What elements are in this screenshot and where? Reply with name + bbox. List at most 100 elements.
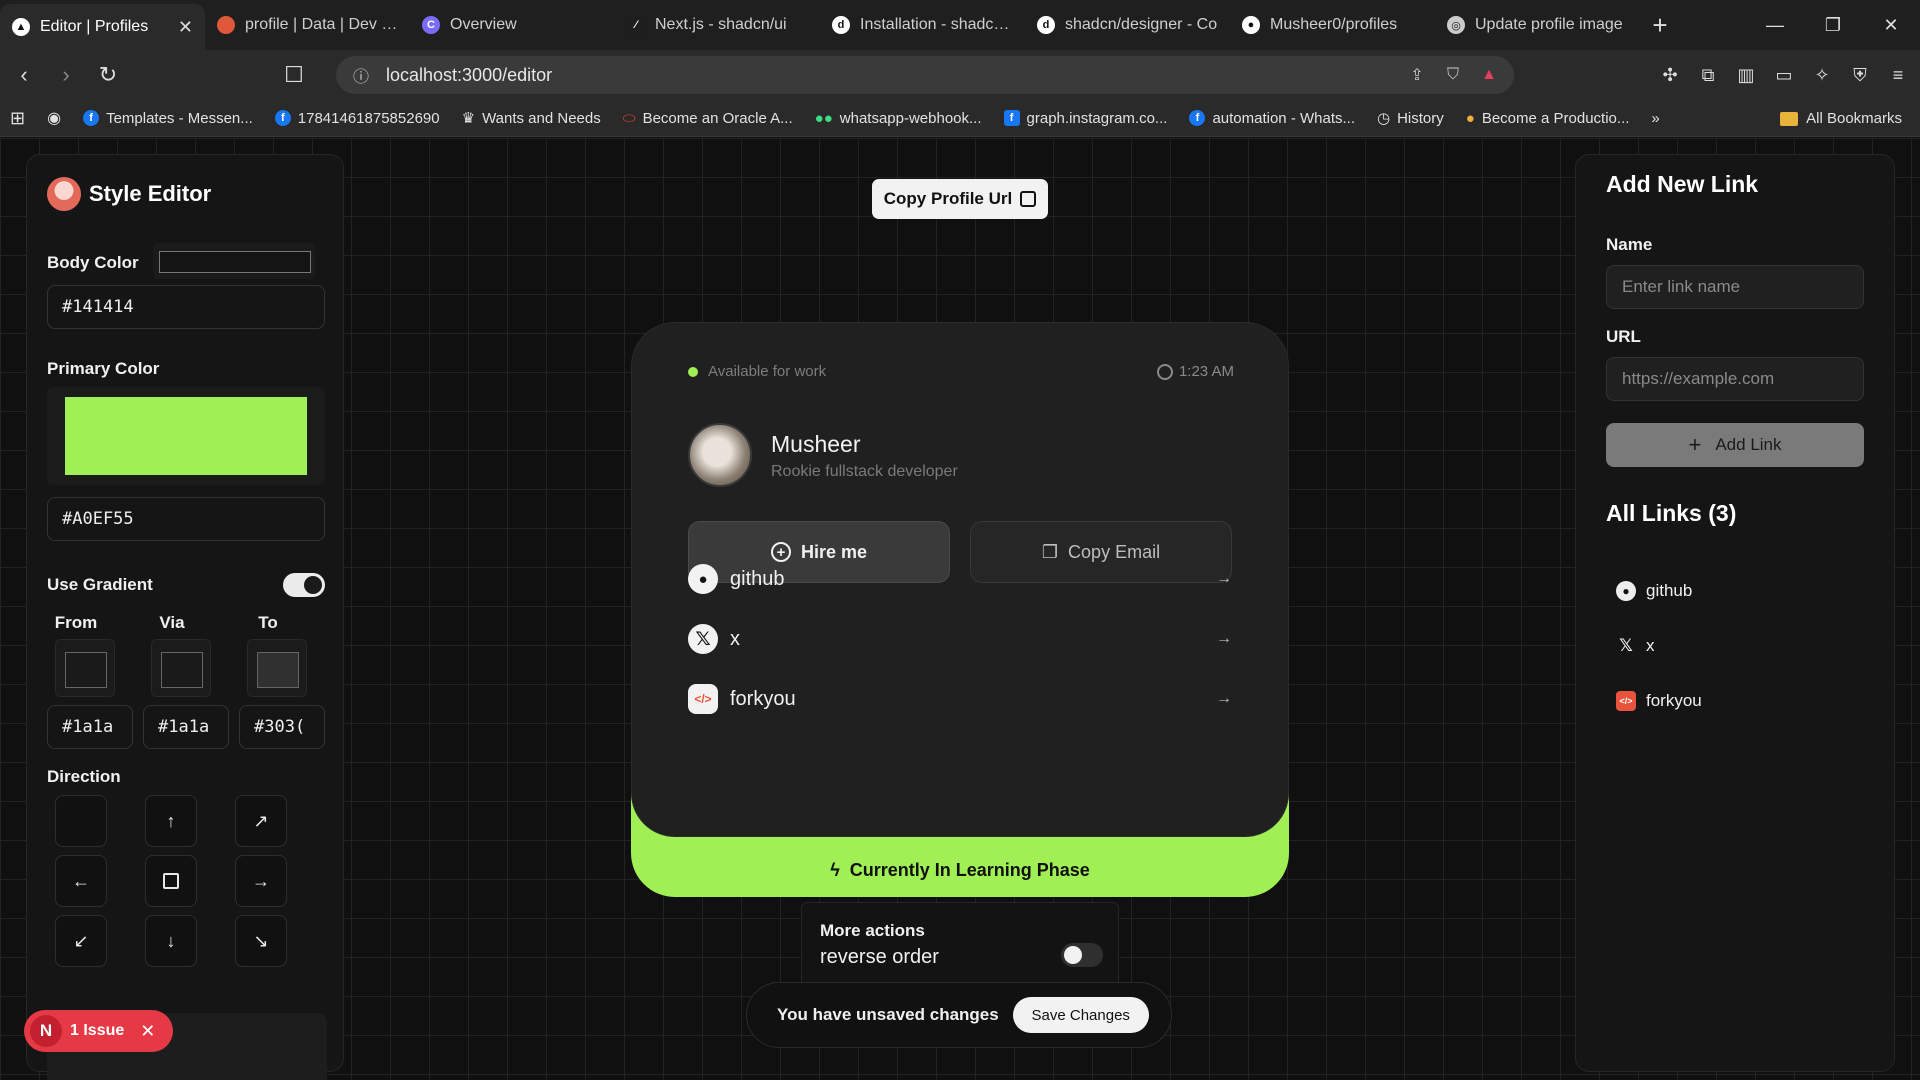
saved-link-github[interactable]: ● github <box>1616 581 1692 601</box>
bookmark-item[interactable]: ♛ Wants and Needs <box>461 109 601 128</box>
use-gradient-toggle[interactable] <box>283 573 325 597</box>
body-color-picker[interactable] <box>153 243 315 279</box>
copy-profile-url-button[interactable]: Copy Profile Url <box>872 179 1048 219</box>
x-icon: 𝕏 <box>688 624 718 654</box>
apps-grid-icon[interactable]: ⊞ <box>10 108 25 129</box>
gradient-from-swatch <box>65 652 107 688</box>
add-link-button[interactable]: + Add Link <box>1606 423 1864 467</box>
name-label: Name <box>1606 235 1653 254</box>
bookmark-item[interactable]: ● Become a Productio... <box>1466 110 1630 127</box>
nextjs-issues-badge[interactable]: N 1 Issue ✕ <box>24 1010 173 1052</box>
new-tab-button[interactable]: + <box>1640 0 1680 50</box>
all-bookmarks-label: All Bookmarks <box>1806 110 1902 127</box>
body-color-input[interactable]: #141414 <box>47 285 325 329</box>
tab-editor-profiles[interactable]: ▲ Editor | Profiles ✕ <box>0 4 205 50</box>
reload-icon[interactable]: ↻ <box>90 57 126 93</box>
bookmark-item[interactable]: ⬭ Become an Oracle A... <box>623 110 793 127</box>
profile-link-forkyou[interactable]: </> forkyou → <box>688 675 1232 723</box>
profile-link-github[interactable]: ● github → <box>688 555 1232 603</box>
bookmark-item[interactable]: f graph.instagram.co... <box>1003 110 1167 127</box>
unsaved-changes-bar: You have unsaved changes Save Changes <box>746 982 1172 1048</box>
direction-up-button[interactable]: ↑ <box>145 795 197 847</box>
direction-center-button[interactable] <box>145 855 197 907</box>
vpn-icon[interactable]: ⛨ <box>1844 56 1876 94</box>
direction-up-right-button[interactable]: ↗ <box>235 795 287 847</box>
more-actions-title: More actions <box>820 921 925 940</box>
share-icon[interactable]: ⇪ <box>1406 64 1428 86</box>
screenshot-icon[interactable]: ⧉ <box>1692 56 1724 94</box>
bookmark-item[interactable]: ◷ History <box>1377 109 1444 128</box>
gradient-to-label: To <box>258 613 278 632</box>
close-window-icon[interactable]: ✕ <box>1862 0 1920 50</box>
bookmark-item[interactable]: ●● whatsapp-webhook... <box>815 110 982 127</box>
save-changes-button[interactable]: Save Changes <box>1012 997 1149 1033</box>
tab-github-profiles[interactable]: ● Musheer0/profiles <box>1230 0 1435 50</box>
extensions-icon[interactable]: ✣ <box>1654 56 1686 94</box>
bookmark-item[interactable]: f automation - Whats... <box>1189 110 1355 127</box>
back-icon[interactable]: ‹ <box>6 57 42 93</box>
direction-right-button[interactable]: → <box>235 855 287 907</box>
unsaved-message: You have unsaved changes <box>777 1005 999 1024</box>
bookmark-icon[interactable]: ☐ <box>276 57 312 93</box>
primary-color-input[interactable]: #A0EF55 <box>47 497 325 541</box>
sidebar-icon[interactable]: ▥ <box>1730 56 1762 94</box>
primary-color-picker[interactable] <box>47 387 325 485</box>
tab-profile-data[interactable]: profile | Data | Dev | p <box>205 0 410 50</box>
bookmark-item[interactable]: f 17841461875852690 <box>274 110 440 127</box>
add-link-title: Add New Link <box>1606 171 1759 197</box>
menu-icon[interactable]: ≡ <box>1882 56 1914 94</box>
saved-link-x[interactable]: 𝕏 x <box>1616 636 1654 656</box>
all-bookmarks-button[interactable]: All Bookmarks <box>1780 100 1902 137</box>
lightning-icon: ϟ <box>830 859 840 880</box>
direction-down-button[interactable]: ↓ <box>145 915 197 967</box>
gradient-from-input[interactable]: #1a1a <box>47 705 133 749</box>
crown-icon: ♛ <box>461 110 476 127</box>
gradient-from-picker[interactable] <box>55 639 115 697</box>
bookmark-item[interactable]: f Templates - Messen... <box>83 110 253 127</box>
gradient-to-picker[interactable] <box>247 639 307 697</box>
profile-link-x[interactable]: 𝕏 x → <box>688 615 1232 663</box>
gradient-via-picker[interactable] <box>151 639 211 697</box>
site-info-icon[interactable]: ⓘ <box>350 64 372 86</box>
more-bookmarks-icon[interactable]: » <box>1651 110 1659 127</box>
gradient-to-input[interactable]: #303( <box>239 705 325 749</box>
direction-down-left-button[interactable]: ↙ <box>55 915 107 967</box>
close-issues-icon[interactable]: ✕ <box>140 1021 155 1042</box>
bookmark-label: automation - Whats... <box>1212 109 1355 127</box>
brave-rewards-icon[interactable]: ▲ <box>1478 64 1500 86</box>
tab-update-profile-image[interactable]: ◎ Update profile image <box>1435 0 1640 50</box>
globe-icon[interactable]: ◉ <box>47 108 61 128</box>
direction-left-button[interactable]: ← <box>55 855 107 907</box>
github-favicon-icon: ● <box>1242 16 1260 34</box>
body-color-swatch <box>159 251 311 273</box>
tab-overview[interactable]: C Overview <box>410 0 615 50</box>
link-name-input[interactable] <box>1606 265 1864 309</box>
profile-name: Musheer <box>771 431 861 457</box>
shadcn-favicon-icon: ⁄ <box>627 16 645 34</box>
tab-installation[interactable]: d Installation - shadcn/c <box>820 0 1025 50</box>
direction-down-right-button[interactable]: ↘ <box>235 915 287 967</box>
arrow-right-icon: → <box>252 870 270 891</box>
tab-nextjs-shadcn[interactable]: ⁄ Next.js - shadcn/ui <box>615 0 820 50</box>
wallet-icon[interactable]: ▭ <box>1768 56 1800 94</box>
address-bar[interactable]: ⓘ localhost:3000/editor ⇪ ⛉ ▲ <box>336 56 1514 94</box>
style-editor-header: Style Editor <box>47 177 211 211</box>
close-tab-icon[interactable]: ✕ <box>178 17 193 38</box>
copy-icon <box>1020 191 1037 207</box>
forward-icon[interactable]: › <box>48 57 84 93</box>
gradient-via-label: Via <box>159 613 185 632</box>
glitch-icon: ●● <box>814 109 833 127</box>
leo-ai-icon[interactable]: ✧ <box>1806 56 1838 94</box>
brave-shield-icon[interactable]: ⛉ <box>1442 64 1464 86</box>
direction-none-button[interactable] <box>55 795 107 847</box>
issues-count: 1 Issue <box>70 1022 125 1039</box>
link-url-input[interactable] <box>1606 357 1864 401</box>
restore-icon[interactable]: ❐ <box>1804 0 1862 50</box>
tab-shadcn-designer[interactable]: d shadcn/designer - Co <box>1025 0 1230 50</box>
reverse-order-toggle[interactable] <box>1061 943 1103 967</box>
saved-link-forkyou[interactable]: </> forkyou <box>1616 691 1702 711</box>
minimize-icon[interactable]: — <box>1746 0 1804 50</box>
link-name: github <box>1646 581 1693 600</box>
gradient-via-input[interactable]: #1a1a <box>143 705 229 749</box>
url-label: URL <box>1606 327 1641 346</box>
